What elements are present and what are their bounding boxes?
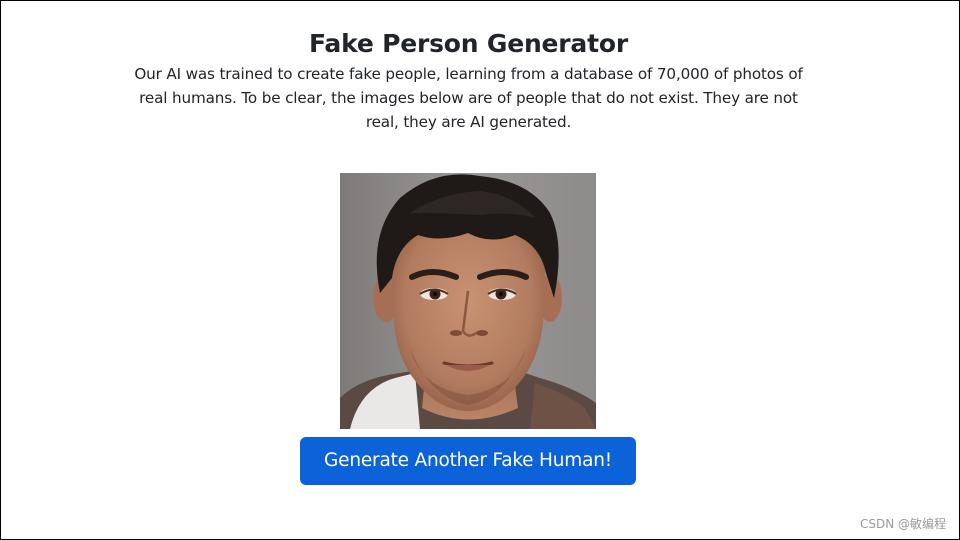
page-description: Our AI was trained to create fake people… [134, 65, 803, 131]
generated-face-image [340, 173, 596, 429]
generate-another-button[interactable]: Generate Another Fake Human! [300, 437, 636, 485]
page-title: Fake Person Generator [309, 29, 628, 58]
watermark-text: CSDN @敏编程 [859, 517, 946, 531]
